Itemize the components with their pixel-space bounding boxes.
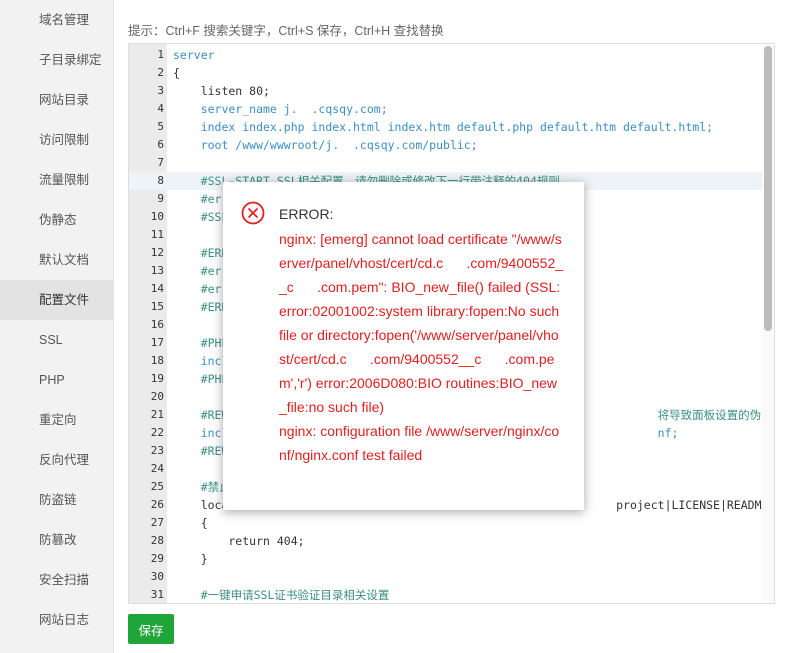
code-line[interactable]: 2{ [129, 64, 774, 82]
line-number: 11 [150, 228, 164, 241]
code-line[interactable]: 7 [129, 154, 774, 172]
line-number: 23 [150, 444, 164, 457]
error-dialog: ERROR: nginx: [emerg] cannot load certif… [223, 182, 584, 510]
code-line[interactable]: 30 [129, 568, 774, 586]
error-title: ERROR: [279, 206, 334, 222]
line-code: { [173, 516, 208, 530]
line-number: 27 [150, 516, 164, 529]
line-code: #禁止 [173, 480, 231, 494]
sidebar: 域名管理 子目录绑定 网站目录 访问限制 流量限制 伪静态 默认文档 配置文件 SSL PHP 重定… [0, 0, 114, 653]
code-line[interactable]: 4 server_name j. .cqsqy.com; [129, 100, 774, 118]
line-code: return 404; [173, 534, 305, 548]
sidebar-item[interactable]: PHP [0, 360, 113, 400]
line-number: 24 [150, 462, 164, 475]
line-number: 15 [150, 300, 164, 313]
line-number: 19 [150, 372, 164, 385]
error-circle-icon [241, 201, 265, 225]
line-code: } [173, 552, 208, 566]
sidebar-item[interactable]: 域名管理 [0, 0, 113, 40]
sidebar-item[interactable]: 默认文档 [0, 240, 113, 280]
line-number: 21 [150, 408, 164, 421]
line-number: 31 [150, 588, 164, 601]
sidebar-item[interactable]: 子目录绑定 [0, 40, 113, 80]
code-line[interactable]: 5 index index.php index.html index.htm d… [129, 118, 774, 136]
code-line[interactable]: 29 } [129, 550, 774, 568]
line-code: #PHP [173, 372, 229, 386]
line-number: 9 [157, 192, 164, 205]
sidebar-item[interactable]: 安全扫描 [0, 560, 113, 600]
line-code: #err [173, 282, 229, 296]
sidebar-item[interactable]: 反向代理 [0, 440, 113, 480]
line-number: 12 [150, 246, 164, 259]
sidebar-item[interactable]: 网站日志 [0, 600, 113, 640]
line-code: index index.php index.html index.htm def… [173, 120, 714, 134]
code-line[interactable]: 3 listen 80; [129, 82, 774, 100]
line-code: #ERR [173, 246, 229, 260]
sidebar-item[interactable]: 访问限制 [0, 120, 113, 160]
code-line[interactable]: 1 server [129, 46, 774, 64]
error-message: nginx: [emerg] cannot load certificate "… [279, 231, 564, 463]
line-number: 18 [150, 354, 164, 367]
shortcut-hint: 提示：Ctrl+F 搜索关键字，Ctrl+S 保存，Ctrl+H 查找替换 [128, 24, 444, 38]
line-code: root /www/wwwroot/j. .cqsqy.com/public; [173, 138, 478, 152]
line-number: 5 [157, 120, 164, 133]
line-number: 3 [157, 84, 164, 97]
editor-scrollbar[interactable] [762, 44, 774, 603]
line-code: server_name j. .cqsqy.com; [173, 102, 388, 116]
code-line[interactable]: 31 #一键申请SSL证书验证目录相关设置 [129, 586, 774, 603]
sidebar-item[interactable]: 重定向 [0, 400, 113, 440]
line-code: listen 80; [173, 84, 270, 98]
line-number: 25 [150, 480, 164, 493]
line-number: 2 [157, 66, 164, 79]
line-code: server [173, 48, 215, 62]
line-code: #一键申请SSL证书验证目录相关设置 [173, 588, 390, 602]
line-number: 22 [150, 426, 164, 439]
line-number: 29 [150, 552, 164, 565]
save-button[interactable]: 保存 [128, 614, 174, 644]
line-code: #REW [173, 444, 229, 458]
line-number: 6 [157, 138, 164, 151]
sidebar-item[interactable]: SSL [0, 320, 113, 360]
code-line[interactable]: 27 { [129, 514, 774, 532]
line-code: { [173, 66, 180, 80]
line-code: #err [173, 192, 229, 206]
line-number: 30 [150, 570, 164, 583]
line-number: 17 [150, 336, 164, 349]
line-number: 14 [150, 282, 164, 295]
sidebar-item[interactable]: 防盗链 [0, 480, 113, 520]
line-number: 7 [157, 156, 164, 169]
line-code: #PHP [173, 336, 229, 350]
line-code: incl [173, 354, 229, 368]
sidebar-item[interactable]: 伪静态 [0, 200, 113, 240]
line-number: 10 [150, 210, 164, 223]
line-number: 4 [157, 102, 164, 115]
line-code: #ERR [173, 300, 229, 314]
sidebar-item[interactable]: 网站目录 [0, 80, 113, 120]
sidebar-item[interactable]: 流量限制 [0, 160, 113, 200]
code-line[interactable]: 6 root /www/wwwroot/j. .cqsqy.com/public… [129, 136, 774, 154]
sidebar-item[interactable]: 防篡改 [0, 520, 113, 560]
line-number: 1 [157, 48, 164, 61]
scrollbar-thumb[interactable] [764, 46, 772, 331]
line-number: 20 [150, 390, 164, 403]
sidebar-item[interactable]: 配置文件 [0, 280, 113, 320]
line-number: 26 [150, 498, 164, 511]
line-number: 8 [157, 174, 164, 187]
line-code: #err [173, 264, 229, 278]
code-line[interactable]: 28 return 404; [129, 532, 774, 550]
line-number: 13 [150, 264, 164, 277]
line-number: 28 [150, 534, 164, 547]
line-code: #SSL [173, 210, 229, 224]
line-number: 16 [150, 318, 164, 331]
